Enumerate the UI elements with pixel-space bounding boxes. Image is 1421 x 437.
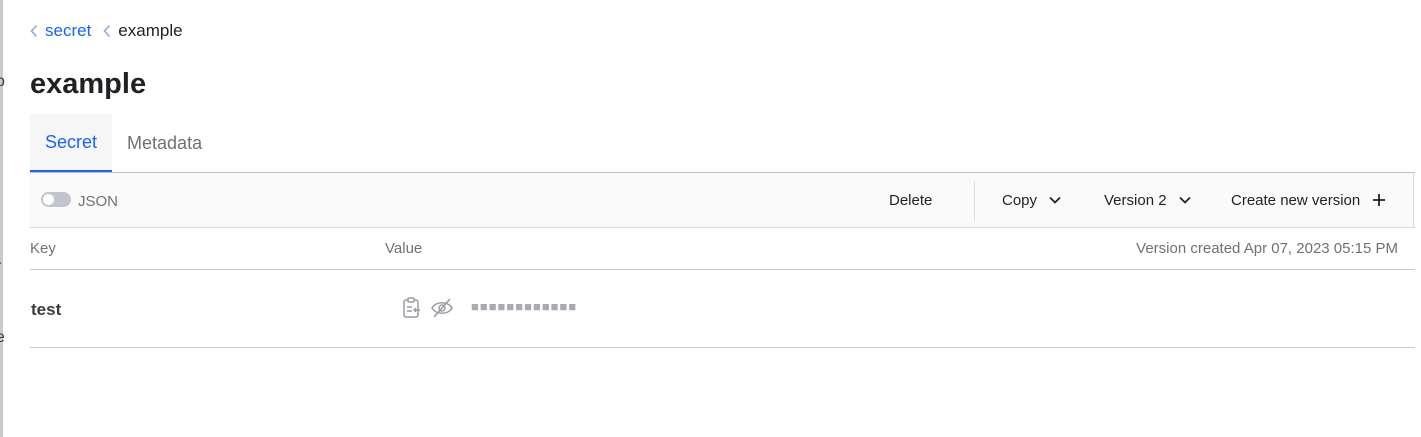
edge-glyph: r <box>0 258 1 276</box>
chevron-down-icon <box>1049 196 1061 204</box>
key-column-header: Key <box>30 240 56 257</box>
version-created-info: Version created Apr 07, 2023 05:15 PM <box>1136 240 1398 257</box>
copy-dropdown-button[interactable]: Copy <box>1002 173 1061 227</box>
chevron-left-icon <box>30 24 38 38</box>
masked-value: ■■■■■■■■■■■■ <box>471 299 578 314</box>
table-header: Key Value Version created Apr 07, 2023 0… <box>30 229 1415 270</box>
breadcrumb-current-label: example <box>118 21 183 40</box>
left-panel-edge <box>0 0 3 437</box>
copy-clipboard-icon[interactable] <box>402 297 422 319</box>
create-new-version-button[interactable]: Create new version <box>1231 173 1386 227</box>
delete-button-label: Delete <box>889 191 933 209</box>
toolbar: JSON Delete Copy Version 2 Create new ve… <box>30 172 1415 228</box>
edge-glyph: e <box>0 329 5 346</box>
json-toggle[interactable] <box>41 192 71 207</box>
plus-icon <box>1373 194 1386 206</box>
page-title: example <box>30 68 147 100</box>
tab-metadata[interactable]: Metadata <box>112 114 217 172</box>
version-dropdown-button[interactable]: Version 2 <box>1104 173 1191 227</box>
version-button-label: Version 2 <box>1104 191 1167 209</box>
table-row: test ■■■■■■■■■■■■ <box>30 270 1415 348</box>
create-version-label: Create new version <box>1231 191 1361 209</box>
chevron-left-icon <box>103 24 111 38</box>
value-column-header: Value <box>385 240 423 257</box>
chevron-down-icon <box>1178 196 1191 204</box>
secret-key: test <box>31 300 62 319</box>
eye-off-icon[interactable] <box>430 297 454 319</box>
tab-secret[interactable]: Secret <box>30 114 113 172</box>
json-toggle-label: JSON <box>78 193 119 210</box>
tab-bar: Secret Metadata <box>30 114 217 172</box>
breadcrumb: secret example <box>30 20 183 42</box>
breadcrumb-item-secret[interactable]: secret <box>30 21 91 41</box>
edge-glyph: p <box>0 73 5 90</box>
breadcrumb-item-current: example <box>103 21 183 41</box>
toolbar-divider <box>974 181 975 221</box>
breadcrumb-link[interactable]: secret <box>45 21 91 41</box>
delete-button[interactable]: Delete <box>889 173 932 227</box>
toolbar-end-divider <box>1413 173 1414 227</box>
copy-button-label: Copy <box>1002 191 1038 209</box>
